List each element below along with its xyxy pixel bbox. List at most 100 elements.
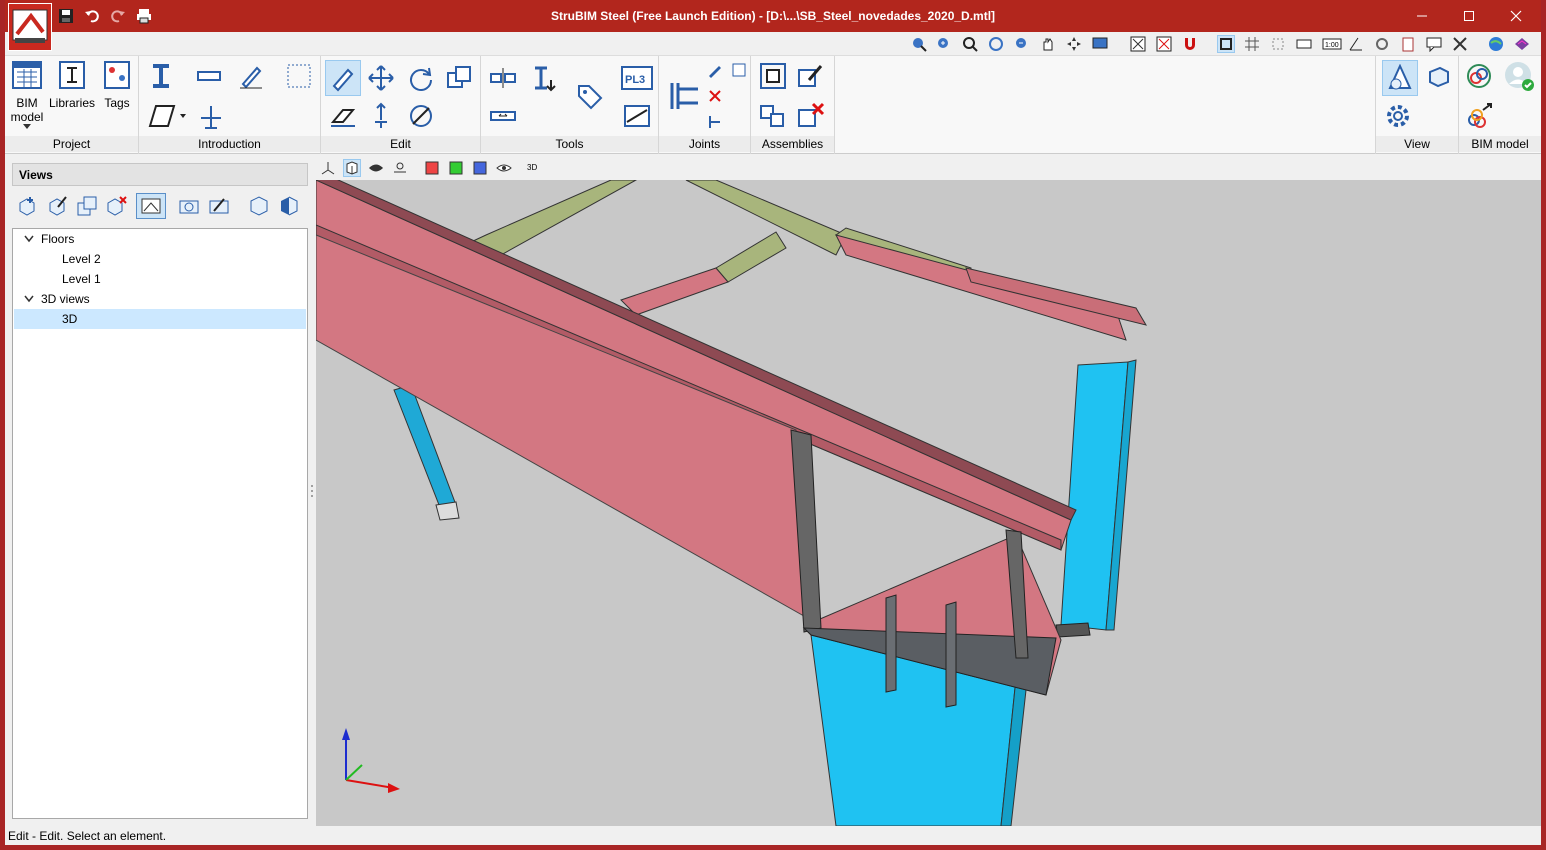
keyboard-icon[interactable] bbox=[1295, 35, 1313, 53]
arc-icon[interactable] bbox=[405, 100, 437, 132]
joint-icon[interactable] bbox=[663, 76, 703, 116]
assembly-copy-icon[interactable] bbox=[757, 100, 789, 132]
frame-icon[interactable] bbox=[1217, 35, 1235, 53]
section-box-icon[interactable] bbox=[246, 193, 272, 219]
camera-settings-icon[interactable] bbox=[206, 193, 232, 219]
close-button[interactable] bbox=[1493, 0, 1539, 32]
title-bar[interactable]: StruBIM Steel (Free Launch Edition) - [D… bbox=[5, 0, 1541, 32]
erase-icon[interactable] bbox=[327, 100, 359, 132]
joint-copy-icon[interactable] bbox=[705, 112, 725, 132]
camera-icon[interactable] bbox=[176, 193, 202, 219]
layers-icon[interactable] bbox=[391, 159, 409, 177]
tree-item-level-1[interactable]: Level 1 bbox=[14, 269, 306, 289]
column-profile-icon[interactable] bbox=[145, 60, 177, 92]
zoom-window-icon[interactable] bbox=[910, 35, 928, 53]
green-plane-icon[interactable] bbox=[447, 159, 465, 177]
copy-icon[interactable] bbox=[443, 62, 475, 94]
eye-icon[interactable] bbox=[495, 159, 513, 177]
tools-icon[interactable] bbox=[1451, 35, 1469, 53]
colors-icon[interactable] bbox=[423, 159, 441, 177]
pl3-button[interactable]: PL3 bbox=[619, 62, 655, 94]
print-icon[interactable] bbox=[134, 6, 154, 26]
zoom-minus-icon[interactable] bbox=[1013, 35, 1031, 53]
tree-item-3d[interactable]: 3D bbox=[14, 309, 306, 329]
beam-profile-icon[interactable] bbox=[193, 60, 225, 92]
section-icon[interactable] bbox=[621, 100, 653, 132]
bim-model-button[interactable]: BIM model bbox=[9, 60, 45, 130]
axes-icon[interactable] bbox=[319, 159, 337, 177]
joint-delete-icon[interactable] bbox=[705, 86, 725, 106]
tags-button[interactable]: Tags bbox=[99, 60, 135, 110]
view-3d-icon[interactable] bbox=[1382, 60, 1418, 96]
angle-icon[interactable] bbox=[1347, 35, 1365, 53]
undo-icon[interactable] bbox=[82, 6, 102, 26]
3d-render-button[interactable]: 3D bbox=[525, 159, 543, 177]
tag-label-icon[interactable] bbox=[573, 80, 605, 112]
visibility-view-icon[interactable] bbox=[136, 193, 166, 219]
zoom-icon[interactable] bbox=[961, 35, 979, 53]
save-icon[interactable] bbox=[56, 6, 76, 26]
tree-item-level-2[interactable]: Level 2 bbox=[14, 249, 306, 269]
joint-window-icon[interactable] bbox=[729, 60, 749, 80]
plate-icon[interactable] bbox=[145, 100, 187, 132]
pan-hand-icon[interactable] bbox=[1039, 35, 1057, 53]
cube-view-icon[interactable] bbox=[343, 159, 361, 177]
3d-model-scene[interactable] bbox=[316, 180, 1541, 826]
move-icon[interactable] bbox=[365, 62, 397, 94]
libraries-button[interactable]: Libraries bbox=[49, 60, 95, 110]
main-beam[interactable] bbox=[316, 180, 1077, 621]
blue-plane-icon[interactable] bbox=[471, 159, 489, 177]
tree-node-3d-views[interactable]: 3D views bbox=[14, 289, 306, 309]
rotate-icon[interactable] bbox=[1373, 35, 1391, 53]
secondary-beam-back[interactable] bbox=[620, 231, 787, 316]
comment-icon[interactable] bbox=[1425, 35, 1443, 53]
clipboard-icon[interactable] bbox=[1399, 35, 1417, 53]
clip-plane-icon[interactable] bbox=[276, 193, 302, 219]
joint-edit-icon[interactable] bbox=[705, 60, 725, 80]
anchor-plate-icon[interactable] bbox=[195, 100, 227, 132]
tree-node-floors[interactable]: Floors bbox=[14, 229, 306, 249]
beam-back-right[interactable] bbox=[835, 234, 1148, 341]
screen-icon[interactable] bbox=[1091, 35, 1109, 53]
settings-gear-icon[interactable] bbox=[1382, 100, 1414, 132]
edit-view-icon[interactable] bbox=[44, 193, 70, 219]
pencil-draw-icon[interactable] bbox=[235, 60, 267, 92]
stretch-icon[interactable] bbox=[365, 100, 397, 132]
new-view-icon[interactable] bbox=[14, 193, 40, 219]
globe-icon[interactable] bbox=[1487, 35, 1505, 53]
snap-grid-icon[interactable] bbox=[1129, 35, 1147, 53]
scale-icon[interactable]: 1:00 bbox=[1321, 35, 1343, 53]
minimize-button[interactable] bbox=[1399, 0, 1445, 32]
view-cube-icon[interactable] bbox=[1422, 60, 1454, 92]
views-tree[interactable]: Floors Level 2 Level 1 3D views 3D bbox=[12, 228, 308, 819]
assembly-delete-icon[interactable] bbox=[795, 100, 827, 132]
assembly-edit-icon[interactable] bbox=[795, 60, 827, 92]
3d-viewport[interactable] bbox=[316, 180, 1541, 826]
bim-export-icon[interactable] bbox=[1463, 100, 1495, 132]
edit-pencil-icon[interactable] bbox=[325, 60, 361, 96]
visibility-icon[interactable] bbox=[367, 159, 385, 177]
grid-points-icon[interactable] bbox=[283, 60, 315, 92]
bim-sync-icon[interactable] bbox=[1463, 60, 1495, 92]
copy-view-icon[interactable] bbox=[74, 193, 100, 219]
app-menu-button[interactable] bbox=[8, 3, 52, 51]
book-icon[interactable] bbox=[1513, 35, 1531, 53]
snap-points-icon[interactable] bbox=[1155, 35, 1173, 53]
redo-icon[interactable] bbox=[108, 6, 128, 26]
maximize-button[interactable] bbox=[1446, 0, 1492, 32]
zoom-plus-icon[interactable] bbox=[935, 35, 953, 53]
panel-splitter-handle[interactable] bbox=[310, 484, 314, 498]
dots-grid-icon[interactable] bbox=[1269, 35, 1287, 53]
split-icon[interactable] bbox=[487, 62, 519, 94]
refresh-icon[interactable] bbox=[987, 35, 1005, 53]
assembly-create-icon[interactable] bbox=[757, 60, 789, 92]
orbit-icon[interactable] bbox=[1065, 35, 1083, 53]
delete-view-icon[interactable] bbox=[104, 193, 130, 219]
rotate-edit-icon[interactable] bbox=[405, 62, 437, 94]
column-right[interactable] bbox=[1055, 359, 1137, 638]
grid-icon[interactable] bbox=[1243, 35, 1261, 53]
join-icon[interactable] bbox=[487, 100, 519, 132]
magnet-icon[interactable] bbox=[1181, 35, 1199, 53]
user-account-icon[interactable] bbox=[1503, 60, 1535, 92]
extend-icon[interactable] bbox=[527, 62, 559, 94]
